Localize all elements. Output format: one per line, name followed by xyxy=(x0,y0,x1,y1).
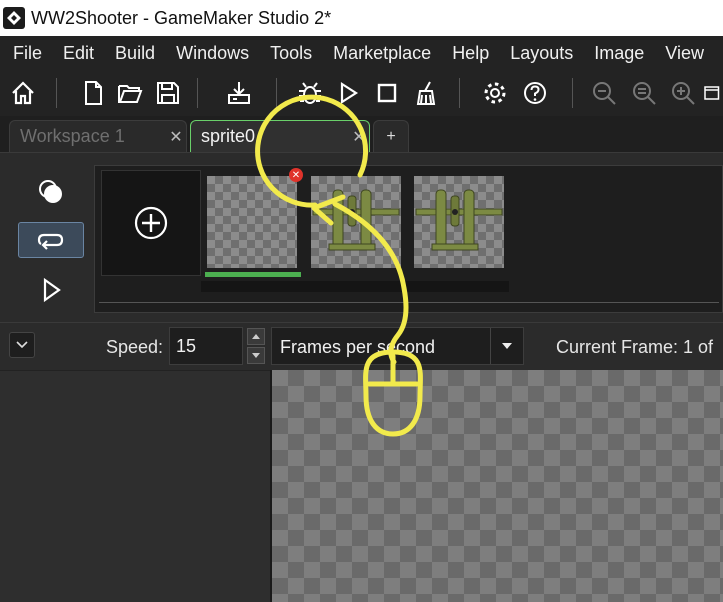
clean-icon xyxy=(416,81,436,105)
menu-edit[interactable]: Edit xyxy=(63,43,94,64)
zoom-out-button[interactable] xyxy=(587,76,621,110)
create-executable-icon xyxy=(228,82,250,104)
clean-button[interactable] xyxy=(409,76,443,110)
speed-units-select[interactable]: Frames per second xyxy=(271,327,524,365)
menu-build[interactable]: Build xyxy=(115,43,155,64)
window-mode-button[interactable] xyxy=(702,76,723,110)
document-tabs: Workspace 1 ✕ sprite0 ✕ + xyxy=(0,116,723,152)
plane-sprite-icon xyxy=(415,189,503,251)
home-icon xyxy=(12,81,34,105)
triangle-down-icon xyxy=(252,353,260,358)
selected-frame-indicator xyxy=(205,272,301,277)
loop-icon xyxy=(37,233,64,250)
menu-tools[interactable]: Tools xyxy=(270,43,312,64)
run-icon xyxy=(340,81,359,105)
current-frame-label: Current Frame: 1 of xyxy=(556,337,714,357)
run-button[interactable] xyxy=(331,76,365,110)
play-animation-button[interactable] xyxy=(18,272,84,308)
sprite-canvas[interactable] xyxy=(272,370,723,602)
frame-strip-area xyxy=(0,152,723,322)
toolbar-separator xyxy=(276,78,277,108)
stop-icon xyxy=(377,83,397,103)
close-icon[interactable]: ✕ xyxy=(166,127,186,147)
frames-strip xyxy=(94,165,723,313)
tab-label: Workspace 1 xyxy=(20,126,125,146)
window-icon xyxy=(704,86,720,100)
window-titlebar: WW2Shooter - GameMaker Studio 2* xyxy=(0,0,723,36)
debug-icon xyxy=(299,82,321,104)
tab-label: sprite0 xyxy=(201,126,256,146)
chevron-down-icon xyxy=(16,341,28,349)
plane-sprite-icon xyxy=(312,189,400,251)
new-file-icon xyxy=(85,81,102,105)
onion-skin-button[interactable] xyxy=(18,174,84,210)
menu-help[interactable]: Help xyxy=(452,43,489,64)
frame-thumbnail[interactable] xyxy=(414,176,504,268)
add-frame-icon xyxy=(134,206,168,240)
zoom-out-icon xyxy=(593,82,616,105)
frames-scrollbar[interactable] xyxy=(201,281,509,292)
collapse-button[interactable] xyxy=(9,332,35,358)
menu-view[interactable]: View xyxy=(665,43,704,64)
new-file-button[interactable] xyxy=(76,76,110,110)
create-executable-button[interactable] xyxy=(222,76,256,110)
toolbar-separator xyxy=(572,78,573,108)
speed-label: Speed: xyxy=(106,337,164,357)
help-button[interactable] xyxy=(518,76,552,110)
menu-marketplace[interactable]: Marketplace xyxy=(333,43,431,64)
settings-icon xyxy=(484,82,506,104)
debug-button[interactable] xyxy=(293,76,327,110)
zoom-reset-icon xyxy=(633,82,656,105)
loop-toggle[interactable] xyxy=(18,222,84,258)
speed-decrement-button[interactable] xyxy=(247,347,265,364)
zoom-in-button[interactable] xyxy=(666,76,700,110)
frame-thumbnail[interactable] xyxy=(207,176,297,268)
zoom-in-icon xyxy=(672,82,695,105)
zoom-reset-button[interactable] xyxy=(627,76,661,110)
play-icon xyxy=(43,277,61,303)
home-button[interactable] xyxy=(6,76,40,110)
help-icon xyxy=(524,82,546,104)
open-folder-icon xyxy=(118,85,143,103)
speed-increment-button[interactable] xyxy=(247,328,265,345)
menu-layouts[interactable]: Layouts xyxy=(510,43,573,64)
new-tab-button[interactable]: + xyxy=(373,120,409,152)
toolbar-separator xyxy=(197,78,198,108)
stop-button[interactable] xyxy=(370,76,404,110)
timeline-divider xyxy=(99,302,719,303)
menu-image[interactable]: Image xyxy=(594,43,644,64)
gamemaker-logo-icon xyxy=(3,7,25,29)
menu-windows[interactable]: Windows xyxy=(176,43,249,64)
toolbar-separator xyxy=(56,78,57,108)
main-toolbar xyxy=(0,70,723,116)
speed-input[interactable]: 15 xyxy=(169,327,243,365)
tab-sprite0[interactable]: sprite0 ✕ xyxy=(190,120,370,152)
window-title: WW2Shooter - GameMaker Studio 2* xyxy=(31,7,332,28)
menu-bar: File Edit Build Windows Tools Marketplac… xyxy=(0,36,723,70)
open-button[interactable] xyxy=(113,76,147,110)
layers-panel xyxy=(0,370,270,602)
save-button[interactable] xyxy=(151,76,185,110)
onion-skin-icon xyxy=(39,180,62,203)
tab-workspace-1[interactable]: Workspace 1 ✕ xyxy=(9,120,187,152)
triangle-up-icon xyxy=(252,334,260,339)
delete-frame-icon[interactable]: ✕ xyxy=(289,168,303,182)
toolbar-separator xyxy=(459,78,460,108)
add-frame-button[interactable] xyxy=(101,170,201,276)
playback-controls: Speed: 15 Frames per second Current Fram… xyxy=(0,322,723,370)
dropdown-arrow-icon[interactable] xyxy=(490,328,523,364)
save-icon xyxy=(157,82,179,104)
frame-thumbnail[interactable] xyxy=(311,176,401,268)
close-icon[interactable]: ✕ xyxy=(349,127,369,147)
game-options-button[interactable] xyxy=(478,76,512,110)
menu-file[interactable]: File xyxy=(13,43,42,64)
